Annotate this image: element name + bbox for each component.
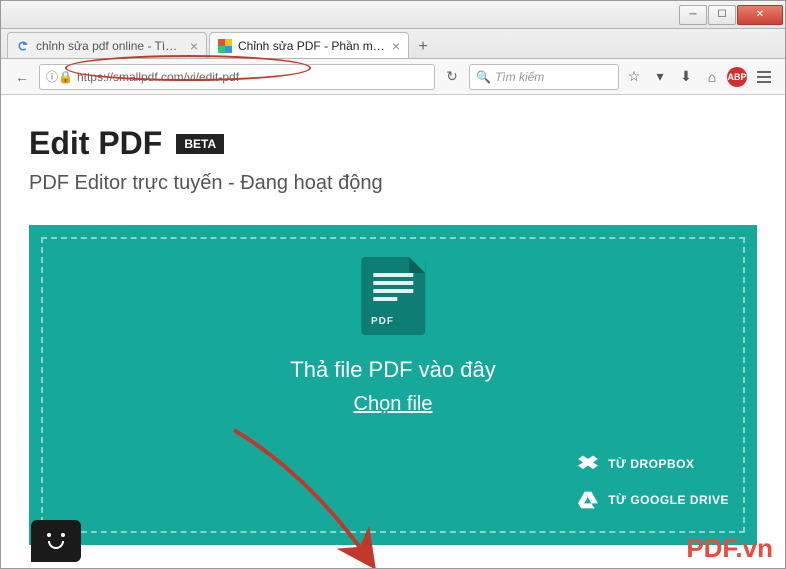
search-icon: 🔍 [476, 70, 491, 84]
tab-strip: chỉnh sửa pdf online - Tìm vớ × Chỉnh sử… [1, 29, 785, 59]
adblock-icon[interactable]: ABP [727, 67, 747, 87]
pocket-icon[interactable]: ▾ [649, 66, 671, 88]
dropzone[interactable]: PDF Thả file PDF vào đây Chọn file TỪ DR… [29, 225, 757, 545]
chat-face-icon [44, 533, 68, 549]
gdrive-label: TỪ GOOGLE DRIVE [608, 493, 729, 507]
pdf-file-icon: PDF [361, 257, 425, 335]
downloads-icon[interactable]: ⬇ [675, 66, 697, 88]
url-text: https://smallpdf.com/vi/edit-pdf [77, 70, 239, 84]
dropbox-label: TỪ DROPBOX [608, 457, 694, 471]
watermark: PDF.vn [686, 533, 773, 564]
from-gdrive-button[interactable]: TỪ GOOGLE DRIVE [578, 491, 729, 509]
cloud-options: TỪ DROPBOX TỪ GOOGLE DRIVE [578, 455, 729, 509]
tab-label: chỉnh sửa pdf online - Tìm vớ [36, 39, 184, 53]
minimize-button[interactable]: ─ [679, 5, 707, 25]
pdf-icon-label: PDF [371, 316, 394, 327]
navigation-bar: ← ⓘ 🔒 https://smallpdf.com/vi/edit-pdf ↻… [1, 59, 785, 95]
drop-text: Thả file PDF vào đây [290, 357, 495, 383]
search-box[interactable]: 🔍 Tìm kiếm [469, 64, 619, 90]
google-favicon-icon [16, 39, 30, 53]
title-row: Edit PDF BETA [29, 125, 757, 162]
beta-badge: BETA [176, 134, 224, 154]
dropbox-icon [578, 455, 598, 473]
search-placeholder: Tìm kiếm [495, 70, 544, 84]
page-subtitle: PDF Editor trực tuyến - Đang hoạt động [29, 172, 757, 195]
reload-button[interactable]: ↻ [439, 64, 465, 90]
tab-label: Chỉnh sửa PDF - Phần mềm c [238, 39, 386, 53]
page-title: Edit PDF [29, 125, 162, 162]
new-tab-button[interactable]: + [411, 36, 435, 58]
maximize-button[interactable]: ☐ [708, 5, 736, 25]
address-bar[interactable]: ⓘ 🔒 https://smallpdf.com/vi/edit-pdf [39, 64, 435, 90]
smallpdf-favicon-icon [218, 39, 232, 53]
page-content: Edit PDF BETA PDF Editor trực tuyến - Đa… [1, 95, 785, 568]
home-icon[interactable]: ⌂ [701, 66, 723, 88]
close-window-button[interactable]: ✕ [737, 5, 783, 25]
hamburger-menu-icon[interactable] [751, 64, 777, 90]
choose-file-link[interactable]: Chọn file [354, 393, 433, 416]
bookmark-star-icon[interactable]: ☆ [623, 66, 645, 88]
info-icon[interactable]: ⓘ [46, 68, 58, 85]
dropzone-center: PDF Thả file PDF vào đây Chọn file [290, 257, 495, 416]
tab-search-results[interactable]: chỉnh sửa pdf online - Tìm vớ × [7, 32, 207, 58]
chat-widget[interactable] [31, 520, 81, 562]
tab-close-icon[interactable]: × [190, 38, 198, 54]
google-drive-icon [578, 491, 598, 509]
from-dropbox-button[interactable]: TỪ DROPBOX [578, 455, 729, 473]
window-titlebar: ─ ☐ ✕ [1, 1, 785, 29]
lock-icon: 🔒 [58, 70, 73, 84]
back-button[interactable]: ← [9, 64, 35, 90]
tab-close-icon[interactable]: × [392, 38, 400, 54]
tab-edit-pdf[interactable]: Chỉnh sửa PDF - Phần mềm c × [209, 32, 409, 58]
